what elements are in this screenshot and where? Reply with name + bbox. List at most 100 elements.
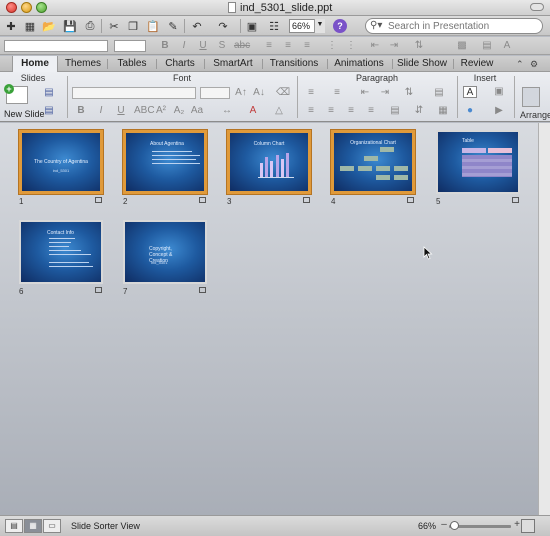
shadow-icon[interactable]: S <box>215 39 229 53</box>
tab-transitions[interactable]: Transitions <box>264 56 324 72</box>
vertical-align-icon[interactable]: ⇵ <box>412 105 426 117</box>
layout-icon[interactable]: ▤ <box>42 87 56 99</box>
templates-icon[interactable]: ▦ <box>22 18 38 34</box>
minimize-window-button[interactable] <box>21 2 32 13</box>
new-slide-label[interactable]: New Slide <box>4 109 45 119</box>
ribbon-strikethrough-icon[interactable]: ABC <box>134 105 155 117</box>
superscript-icon[interactable]: A² <box>154 105 168 117</box>
tab-smartart[interactable]: SmartArt <box>206 56 260 72</box>
slide-thumbnail-6[interactable]: Contact Info 6 <box>19 220 103 296</box>
slide-thumbnail-3[interactable]: Column Chart 3 <box>227 130 311 206</box>
bullets-icon[interactable]: ⋮ <box>325 39 339 53</box>
tab-charts[interactable]: Charts <box>158 56 202 72</box>
arrange-icon[interactable]: ▩ <box>455 39 469 53</box>
ribbon-increase-indent-icon[interactable]: ⇥ <box>378 87 392 99</box>
text-box-icon[interactable]: ▤ <box>388 105 402 117</box>
slide-sorter-view-icon[interactable]: ▦ <box>24 519 42 533</box>
insert-text-icon[interactable]: A <box>463 86 477 98</box>
ribbon-settings-icon[interactable]: ⚙ <box>530 59 538 70</box>
fit-to-window-icon[interactable] <box>521 519 535 533</box>
undo-icon[interactable]: ↶ <box>189 18 205 34</box>
insert-shape-icon[interactable]: ● <box>463 105 477 117</box>
collapse-ribbon-icon[interactable]: ⌃ <box>516 59 524 70</box>
ribbon-font-name[interactable] <box>72 87 196 99</box>
save-icon[interactable]: 💾 <box>62 18 78 34</box>
columns-icon[interactable]: ▤ <box>432 87 446 99</box>
bold-icon[interactable]: B <box>158 39 172 53</box>
numbering-icon[interactable]: ⋮ <box>344 39 358 53</box>
strikethrough-icon[interactable]: abc <box>234 39 250 53</box>
slide-thumbnail-5[interactable]: Table 5 <box>436 130 520 206</box>
font-size-field[interactable] <box>114 40 146 52</box>
tab-themes[interactable]: Themes <box>60 56 106 72</box>
ribbon-font-size[interactable] <box>200 87 230 99</box>
tab-home[interactable]: Home <box>12 56 58 72</box>
character-spacing-icon[interactable]: ↔ <box>220 105 234 117</box>
insert-media-icon[interactable]: ▶ <box>492 105 506 117</box>
font-name-field[interactable] <box>4 40 108 52</box>
ribbon-italic-icon[interactable]: I <box>94 105 108 117</box>
slide-sorter-pane[interactable]: The Country of Agentina ind_5301 1 About… <box>0 123 538 515</box>
slide-thumbnail-1[interactable]: The Country of Agentina ind_5301 1 <box>19 130 103 206</box>
increase-indent-icon[interactable]: ⇥ <box>387 39 401 53</box>
media-browser-icon[interactable]: ▣ <box>244 18 260 34</box>
arrange-icon-large[interactable] <box>522 87 540 107</box>
tab-tables[interactable]: Tables <box>110 56 154 72</box>
column-icon[interactable]: ▤ <box>480 39 494 53</box>
redo-icon[interactable]: ↷ <box>215 18 231 34</box>
align-right-icon[interactable]: ≡ <box>300 39 314 53</box>
slide-thumbnail-7[interactable]: Copyright, Concept & Creation ind_5301 7 <box>123 220 207 296</box>
insert-picture-icon[interactable]: ▣ <box>492 86 506 98</box>
change-case-icon[interactable]: Aa <box>190 105 204 117</box>
toolbox-icon[interactable]: ☷ <box>266 18 282 34</box>
ribbon-bold-icon[interactable]: B <box>74 105 88 117</box>
section-icon[interactable]: ▤ <box>42 105 56 117</box>
print-icon[interactable]: ⎙ <box>82 18 98 34</box>
decrease-indent-icon[interactable]: ⇤ <box>368 39 382 53</box>
tab-slide-show[interactable]: Slide Show <box>394 56 450 72</box>
shrink-font-icon[interactable]: A↓ <box>252 87 266 99</box>
zoom-slider-thumb[interactable] <box>450 521 459 530</box>
ribbon-underline-icon[interactable]: U <box>114 105 128 117</box>
line-spacing-icon[interactable]: ⇅ <box>402 87 416 99</box>
tab-review[interactable]: Review <box>455 56 499 72</box>
arrange-label[interactable]: Arrange <box>520 110 550 120</box>
paste-icon[interactable]: 📋 <box>145 18 161 34</box>
highlight-icon[interactable]: △ <box>272 105 286 117</box>
italic-icon[interactable]: I <box>177 39 191 53</box>
align-left-icon[interactable]: ≡ <box>262 39 276 53</box>
ribbon-align-right-icon[interactable]: ≡ <box>344 105 358 117</box>
slide-show-view-icon[interactable]: ▭ <box>43 519 61 533</box>
normal-view-icon[interactable]: ▤ <box>5 519 23 533</box>
underline-icon[interactable]: U <box>196 39 210 53</box>
copy-icon[interactable]: ❐ <box>125 18 141 34</box>
clear-formatting-icon[interactable]: ⌫ <box>276 87 290 99</box>
ribbon-align-center-icon[interactable]: ≡ <box>324 105 338 117</box>
slide-thumbnail-4[interactable]: Organizational Chart 4 <box>331 130 415 206</box>
zoom-window-button[interactable] <box>36 2 47 13</box>
close-window-button[interactable] <box>6 2 17 13</box>
justify-icon[interactable]: ≡ <box>364 105 378 117</box>
align-center-icon[interactable]: ≡ <box>281 39 295 53</box>
font-color-icon[interactable]: A <box>500 39 514 53</box>
help-icon[interactable]: ? <box>333 19 347 33</box>
zoom-out-icon[interactable]: – <box>439 519 449 531</box>
ribbon-numbering-icon[interactable]: ≡ <box>330 87 344 99</box>
vertical-scrollbar[interactable] <box>538 123 550 515</box>
ribbon-font-color-icon[interactable]: A <box>246 105 260 117</box>
new-presentation-icon[interactable]: ✚ <box>3 18 19 34</box>
format-painter-icon[interactable]: ✎ <box>165 18 181 34</box>
ribbon-align-left-icon[interactable]: ≡ <box>304 105 318 117</box>
cut-icon[interactable]: ✂ <box>106 18 122 34</box>
subscript-icon[interactable]: A₂ <box>172 105 186 117</box>
smartart-convert-icon[interactable]: ▦ <box>436 105 450 117</box>
tab-animations[interactable]: Animations <box>329 56 389 72</box>
ribbon-bullets-icon[interactable]: ≡ <box>304 87 318 99</box>
search-input[interactable] <box>388 20 538 32</box>
grow-font-icon[interactable]: A↑ <box>234 87 248 99</box>
slide-thumbnail-2[interactable]: About Agentina 2 <box>123 130 207 206</box>
open-folder-icon[interactable]: 📂 <box>41 18 57 34</box>
search-box[interactable]: ⚲▾ <box>365 18 543 34</box>
ribbon-decrease-indent-icon[interactable]: ⇤ <box>358 87 372 99</box>
text-direction-icon[interactable]: ⇅ <box>412 39 426 53</box>
